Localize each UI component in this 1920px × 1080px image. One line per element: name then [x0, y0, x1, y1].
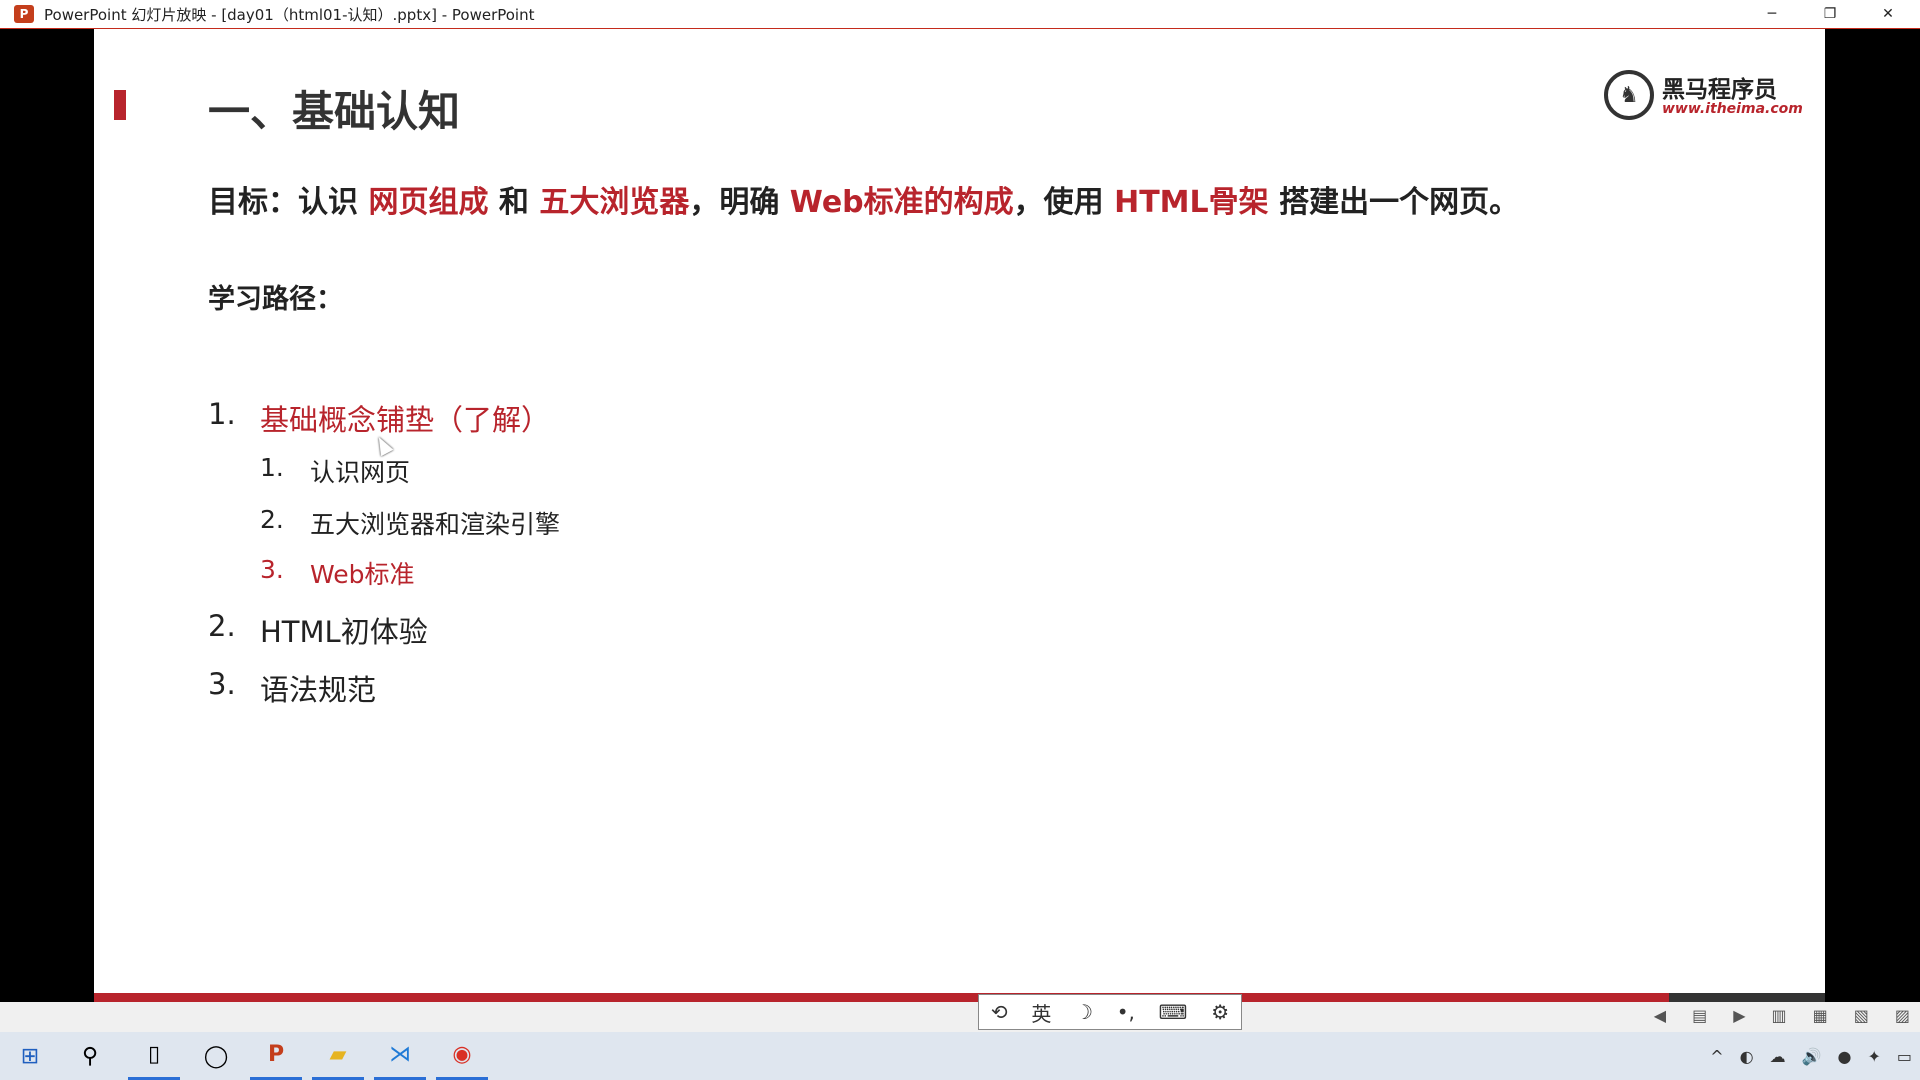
outline-text: Web标准 — [310, 560, 415, 589]
goal-highlight: HTML骨架 — [1114, 185, 1269, 220]
search-icon[interactable]: ⚲ — [64, 1032, 116, 1080]
outline-text: HTML初体验 — [260, 615, 428, 649]
goal-highlight: 网页组成 — [368, 185, 489, 220]
brand-logo: ♞ 黑马程序员 www.itheima.com — [1604, 66, 1803, 126]
slide-progress-bar — [94, 993, 1825, 1002]
outline-text: 认识网页 — [310, 458, 411, 487]
tray-expand-icon[interactable]: ^ — [1710, 1047, 1723, 1066]
slideshow-controls: ◀ ▤ ▶ ▥ ▦ ▧ ▨ — [1654, 1006, 1910, 1025]
notification-icon[interactable]: ▭ — [1897, 1047, 1912, 1066]
cortana-icon[interactable]: ◯ — [190, 1032, 242, 1080]
goal-sentence: 目标：认识 网页组成 和 五大浏览器，明确 Web标准的构成，使用 HTML骨架… — [208, 177, 1519, 221]
brand-url: www.itheima.com — [1662, 101, 1803, 117]
system-tray: ^ ◐ ☁ 🔊 ● ✦ ▭ — [1710, 1032, 1912, 1080]
slideshow-view-icon[interactable]: ▨ — [1895, 1006, 1910, 1025]
outline-number: 2. — [260, 505, 284, 534]
notes-app-icon[interactable]: ▯ — [128, 1032, 180, 1080]
tray-app-icon[interactable]: ◐ — [1740, 1047, 1754, 1066]
learning-path-label: 学习路径： — [208, 284, 343, 315]
outline-number: 3. — [208, 667, 236, 701]
goal-text: 和 — [488, 185, 540, 220]
keyboard-icon[interactable]: ⌨ — [1159, 1000, 1188, 1024]
brand-name: 黑马程序员 — [1662, 77, 1777, 103]
title-bar: P PowerPoint 幻灯片放映 - [day01（html01-认知）.p… — [0, 0, 1920, 29]
ime-language-toggle[interactable]: 英 — [1031, 998, 1051, 1027]
vscode-icon[interactable]: ⋊ — [374, 1032, 426, 1080]
next-slide-icon[interactable]: ▶ — [1733, 1006, 1745, 1025]
window-title: PowerPoint 幻灯片放映 - [day01（html01-认知）.ppt… — [44, 5, 535, 24]
settings-gear-icon[interactable]: ⚙ — [1211, 1000, 1229, 1024]
outline-number: 1. — [208, 397, 236, 431]
outline-text: 五大浏览器和渲染引擎 — [310, 510, 561, 539]
tray-app-icon[interactable]: ✦ — [1867, 1047, 1880, 1066]
slideshow-status-strip — [0, 1002, 1920, 1032]
previous-slide-icon[interactable]: ◀ — [1654, 1006, 1666, 1025]
windows-taskbar: ⊞ ⚲ ▯ ◯ P ▰ ⋊ ◉ — [0, 1032, 1920, 1080]
powerpoint-app-icon: P — [14, 5, 34, 23]
powerpoint-taskbar-icon[interactable]: P — [250, 1032, 302, 1080]
goal-highlight: Web标准的构成 — [789, 185, 1014, 220]
heading-accent-bar — [114, 90, 126, 120]
outline-text: 基础概念铺垫（了解） — [260, 403, 551, 437]
ime-toolbar[interactable]: ⟲ 英 ☽ •, ⌨ ⚙ — [978, 994, 1242, 1030]
moon-icon[interactable]: ☽ — [1075, 1000, 1093, 1024]
horse-logo-icon: ♞ — [1604, 70, 1654, 120]
slide-sorter-icon[interactable]: ▦ — [1813, 1006, 1828, 1025]
slide-heading: 一、基础认知 — [208, 87, 461, 136]
outline-number: 2. — [208, 609, 236, 643]
outline-number: 3. — [260, 555, 284, 584]
goal-text: 目标：认识 — [208, 185, 369, 220]
onedrive-icon[interactable]: ☁ — [1770, 1047, 1786, 1066]
goal-text: 搭建出一个网页。 — [1268, 185, 1520, 220]
minimize-button[interactable]: ─ — [1744, 0, 1800, 28]
ime-logo-icon[interactable]: ⟲ — [991, 1000, 1008, 1024]
close-button[interactable]: ✕ — [1860, 0, 1916, 28]
start-icon[interactable]: ⊞ — [4, 1032, 56, 1080]
menu-icon[interactable]: ▤ — [1692, 1006, 1707, 1025]
goal-text: ，明确 — [689, 185, 790, 220]
outline-number: 1. — [260, 453, 284, 482]
reading-view-icon[interactable]: ▧ — [1854, 1006, 1869, 1025]
volume-icon[interactable]: 🔊 — [1802, 1047, 1822, 1066]
tray-app-icon[interactable]: ● — [1838, 1047, 1852, 1066]
outline-text: 语法规范 — [260, 673, 377, 707]
punctuation-icon[interactable]: •, — [1117, 1000, 1135, 1024]
slide-progress-fill — [94, 993, 1670, 1002]
slide[interactable]: 一、基础认知 ♞ 黑马程序员 www.itheima.com 目标：认识 网页组… — [94, 29, 1825, 993]
chrome-icon[interactable]: ◉ — [436, 1032, 488, 1080]
normal-view-icon[interactable]: ▥ — [1772, 1006, 1787, 1025]
goal-highlight: 五大浏览器 — [539, 185, 690, 220]
file-explorer-icon[interactable]: ▰ — [312, 1032, 364, 1080]
goal-text: ，使用 — [1013, 185, 1115, 220]
restore-button[interactable]: ❐ — [1802, 0, 1858, 28]
